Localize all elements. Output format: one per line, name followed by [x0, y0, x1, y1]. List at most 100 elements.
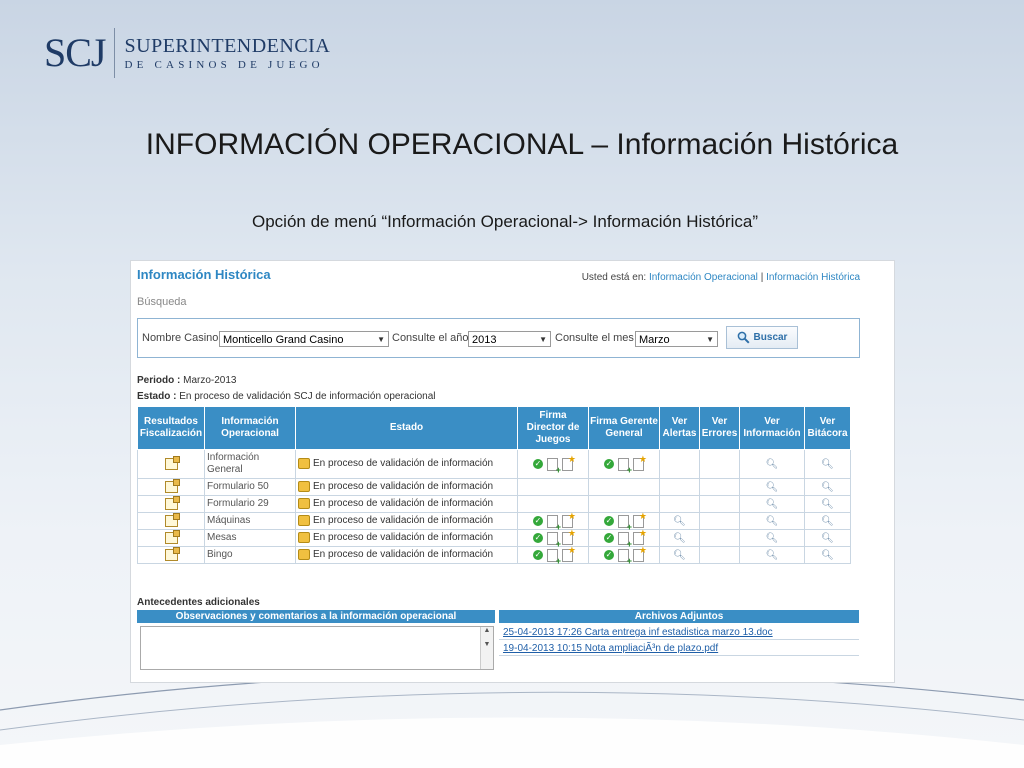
- magnifier-icon[interactable]: 🔍︎: [821, 516, 834, 527]
- table-row: Formulario 50 En proceso de validación de…: [137, 478, 851, 496]
- year-label: Consulte el año: [392, 332, 469, 344]
- search-button-label: Buscar: [753, 332, 788, 343]
- magnifier-icon[interactable]: 🔍︎: [766, 499, 779, 510]
- star-document-icon[interactable]: [633, 511, 647, 528]
- results-table: Resultados Fiscalización Información Ope…: [137, 406, 851, 566]
- star-document-icon[interactable]: [633, 528, 647, 545]
- document-edit-icon[interactable]: [164, 479, 180, 493]
- magnifier-icon[interactable]: 🔍︎: [821, 482, 834, 493]
- magnifier-icon[interactable]: 🔍︎: [821, 533, 834, 544]
- star-document-icon[interactable]: [562, 511, 576, 528]
- breadcrumb-link-historica[interactable]: Información Histórica: [766, 272, 860, 283]
- table-row: Formulario 29 En proceso de validación de…: [137, 495, 851, 513]
- cell-informacion: Información General: [204, 449, 296, 479]
- document-edit-icon[interactable]: [164, 547, 180, 561]
- add-document-icon[interactable]: [618, 514, 632, 532]
- col-resultados: Resultados Fiscalización: [137, 406, 205, 450]
- year-select[interactable]: 2013 ▼: [468, 331, 551, 347]
- star-document-icon[interactable]: [633, 454, 647, 471]
- cell-ver-alertas: [659, 449, 700, 479]
- check-circle-icon[interactable]: ✓: [604, 459, 614, 469]
- col-informacion: Información Operacional: [204, 406, 296, 450]
- cell-informacion: Máquinas: [204, 512, 296, 530]
- year-select-value: 2013: [472, 334, 497, 346]
- cell-ver-informacion: 🔍︎: [739, 478, 805, 496]
- col-ver-alertas: Ver Alertas: [659, 406, 700, 450]
- document-edit-icon[interactable]: [164, 513, 180, 527]
- search-form: Nombre Casino Monticello Grand Casino ▼ …: [137, 318, 860, 358]
- table-row: Máquinas En proceso de validación de info…: [137, 511, 851, 532]
- cell-firma-gerente: ✓: [588, 545, 660, 566]
- cell-ver-errores: [699, 546, 740, 564]
- hand-icon: [298, 549, 310, 561]
- cell-estado: En proceso de validación de información: [295, 546, 518, 564]
- attachment-link[interactable]: 25-04-2013 17:26 Carta entrega inf estad…: [499, 625, 859, 640]
- magnifier-icon[interactable]: 🔍︎: [766, 459, 779, 470]
- cell-resultados: [137, 546, 205, 564]
- magnifier-icon[interactable]: 🔍︎: [673, 533, 686, 544]
- breadcrumb-separator: |: [760, 272, 764, 283]
- document-edit-icon[interactable]: [164, 496, 180, 510]
- casino-select[interactable]: Monticello Grand Casino ▼: [219, 331, 389, 347]
- cell-estado: En proceso de validación de información: [295, 529, 518, 547]
- add-document-icon[interactable]: [547, 531, 561, 549]
- add-document-icon[interactable]: [547, 457, 561, 475]
- casino-select-value: Monticello Grand Casino: [223, 334, 344, 346]
- cell-estado: En proceso de validación de información: [295, 478, 518, 496]
- document-edit-icon[interactable]: [164, 530, 180, 544]
- magnifier-icon[interactable]: 🔍︎: [766, 550, 779, 561]
- estado-text: En proceso de validación de información: [313, 549, 494, 561]
- magnifier-icon[interactable]: 🔍︎: [673, 516, 686, 527]
- add-document-icon[interactable]: [618, 548, 632, 566]
- star-document-icon[interactable]: [562, 545, 576, 562]
- breadcrumb-link-operacional[interactable]: Información Operacional: [649, 272, 758, 283]
- add-document-icon[interactable]: [547, 548, 561, 566]
- cell-informacion: Bingo: [204, 546, 296, 564]
- col-estado: Estado: [295, 406, 518, 450]
- magnifier-icon[interactable]: 🔍︎: [766, 482, 779, 493]
- check-circle-icon[interactable]: ✓: [533, 550, 543, 560]
- col-ver-bitacora: Ver Bitácora: [804, 406, 851, 450]
- star-document-icon[interactable]: [562, 528, 576, 545]
- add-document-icon[interactable]: [618, 531, 632, 549]
- magnifier-icon[interactable]: 🔍︎: [766, 533, 779, 544]
- magnifier-icon[interactable]: 🔍︎: [821, 550, 834, 561]
- cell-ver-alertas: [659, 495, 700, 513]
- cell-ver-bitacora: 🔍︎: [804, 546, 851, 564]
- cell-resultados: [137, 495, 205, 513]
- magnifier-icon[interactable]: 🔍︎: [821, 499, 834, 510]
- check-circle-icon[interactable]: ✓: [533, 533, 543, 543]
- observaciones-textarea[interactable]: ▲ ▼: [140, 626, 494, 670]
- add-document-icon[interactable]: [618, 457, 632, 475]
- observaciones-header: Observaciones y comentarios a la informa…: [137, 610, 495, 623]
- document-edit-icon[interactable]: [164, 456, 180, 470]
- check-circle-icon[interactable]: ✓: [604, 550, 614, 560]
- star-document-icon[interactable]: [562, 454, 576, 471]
- add-document-icon[interactable]: [547, 514, 561, 532]
- cell-informacion: Formulario 50: [204, 478, 296, 496]
- check-circle-icon[interactable]: ✓: [533, 516, 543, 526]
- check-circle-icon[interactable]: ✓: [604, 533, 614, 543]
- cell-ver-bitacora: 🔍︎: [804, 478, 851, 496]
- status-label: Estado :: [137, 391, 177, 402]
- hand-icon: [298, 458, 310, 470]
- attachment-link[interactable]: 19-04-2013 10:15 Nota ampliaciÃ³n de pla…: [499, 641, 859, 656]
- search-button[interactable]: Buscar: [726, 326, 798, 349]
- estado-text: En proceso de validación de información: [313, 498, 494, 510]
- star-document-icon[interactable]: [633, 545, 647, 562]
- magnifier-icon[interactable]: 🔍︎: [821, 459, 834, 470]
- observaciones-scrollbar[interactable]: ▲ ▼: [480, 627, 493, 669]
- cell-estado: En proceso de validación de información: [295, 495, 518, 513]
- antecedentes-title: Antecedentes adicionales: [137, 597, 260, 608]
- cell-firma-gerente: [588, 478, 660, 496]
- cell-informacion: Formulario 29: [204, 495, 296, 513]
- check-circle-icon[interactable]: ✓: [533, 459, 543, 469]
- magnifier-icon[interactable]: 🔍︎: [766, 516, 779, 527]
- cell-estado: En proceso de validación de información: [295, 449, 518, 479]
- page-title: Información Histórica: [137, 267, 271, 282]
- month-select[interactable]: Marzo ▼: [635, 331, 718, 347]
- cell-ver-informacion: 🔍︎: [739, 529, 805, 547]
- estado-text: En proceso de validación de información: [313, 481, 494, 493]
- check-circle-icon[interactable]: ✓: [604, 516, 614, 526]
- magnifier-icon[interactable]: 🔍︎: [673, 550, 686, 561]
